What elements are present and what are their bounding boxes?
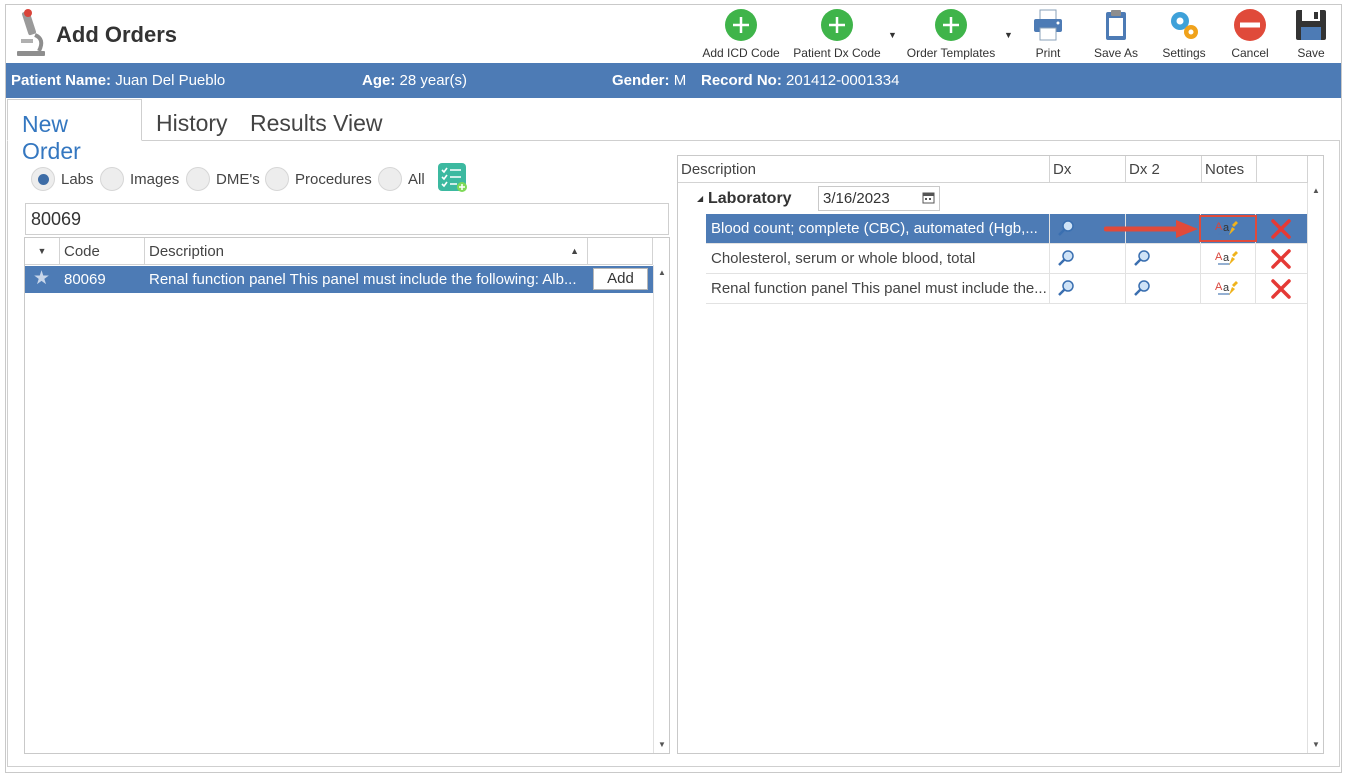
column-header-description[interactable]: Description ▲ (145, 238, 588, 265)
column-header-notes[interactable]: Notes (1202, 156, 1257, 183)
group-label: Laboratory (708, 190, 792, 207)
radio-images[interactable]: Images (100, 165, 179, 193)
delete-cell[interactable] (1256, 214, 1307, 244)
save-as-button[interactable]: Save As (1091, 6, 1141, 62)
svg-text:a: a (1223, 282, 1230, 294)
search-results-header: ▼ Code Description ▲ (25, 238, 653, 265)
orders-header: Description Dx Dx 2 Notes (678, 156, 1308, 183)
notes-edit-icon[interactable]: Aa (1214, 279, 1240, 299)
minus-circle-icon (1234, 9, 1266, 41)
radio-dmes[interactable]: DME's (186, 165, 260, 193)
table-row[interactable]: ★ 80069 Renal function panel This panel … (25, 266, 653, 293)
scroll-up-icon[interactable]: ▲ (1308, 183, 1324, 199)
order-templates-dropdown-icon[interactable]: ▼ (1004, 30, 1013, 40)
delete-x-icon[interactable] (1270, 248, 1292, 270)
magnifier-icon[interactable] (1132, 279, 1152, 299)
patient-name: Patient Name: Juan Del Pueblo (11, 72, 226, 89)
svg-text:A: A (1215, 281, 1223, 293)
column-header-action (588, 238, 653, 265)
magnifier-icon[interactable] (1132, 249, 1152, 269)
scroll-up-icon[interactable]: ▲ (654, 265, 670, 281)
plus-circle-icon (725, 9, 757, 41)
cancel-button[interactable]: Cancel (1225, 6, 1275, 62)
star-icon[interactable]: ★ (29, 266, 59, 293)
row-menu-dropdown-icon[interactable]: ▼ (25, 238, 60, 265)
order-row[interactable]: Renal function panel This panel must inc… (706, 274, 1307, 304)
plus-circle-icon (821, 9, 853, 41)
save-button[interactable]: Save (1291, 6, 1331, 62)
toolbar: Add Orders Add ICD Code Patient Dx Code … (5, 4, 1342, 63)
column-header-description[interactable]: Description (678, 156, 1050, 183)
sort-ascending-icon: ▲ (570, 246, 579, 256)
clipboard-icon (1106, 10, 1126, 40)
magnifier-icon[interactable] (1056, 279, 1076, 299)
order-description: Renal function panel This panel must inc… (706, 274, 1050, 304)
tab-history[interactable]: History (142, 99, 242, 141)
order-date-field[interactable]: 3/16/2023 (818, 186, 940, 211)
microscope-icon (17, 9, 45, 56)
patient-gender: Gender: M (612, 72, 687, 89)
print-button[interactable]: Print (1026, 6, 1070, 62)
delete-x-icon[interactable] (1270, 218, 1292, 240)
printer-icon (1034, 9, 1062, 41)
patient-info-bar: Patient Name: Juan Del Pueblo Age: 28 ye… (6, 63, 1341, 98)
calendar-icon[interactable] (922, 191, 935, 204)
column-header-code[interactable]: Code (60, 238, 145, 265)
delete-x-icon[interactable] (1270, 278, 1292, 300)
patient-record-no: Record No: 201412-0001334 (701, 72, 900, 89)
tab-results-view[interactable]: Results View (236, 99, 397, 141)
laboratory-group-row: ◢ Laboratory 3/16/2023 (678, 183, 1308, 214)
column-header-delete (1257, 156, 1308, 183)
settings-button[interactable]: Settings (1157, 6, 1211, 62)
gears-icon (1171, 12, 1198, 39)
radio-procedures[interactable]: Procedures (265, 165, 372, 193)
dx-lookup-cell[interactable] (1050, 274, 1126, 304)
scroll-down-icon[interactable]: ▼ (1308, 737, 1324, 753)
result-description: Renal function panel This panel must inc… (149, 271, 577, 288)
page-title: Add Orders (56, 22, 178, 47)
order-description: Blood count; complete (CBC), automated (… (706, 214, 1050, 244)
order-row[interactable]: Cholesterol, serum or whole blood, total… (706, 244, 1307, 274)
delete-cell[interactable] (1256, 244, 1307, 274)
left-scrollbar[interactable]: ▲ ▼ (653, 265, 669, 753)
order-templates-button[interactable]: Order Templates (903, 6, 999, 62)
dx2-lookup-cell[interactable] (1126, 274, 1201, 304)
tab-new-order[interactable]: New Order (7, 99, 142, 164)
add-icd-code-button[interactable]: Add ICD Code (699, 6, 783, 62)
search-input[interactable] (25, 203, 669, 235)
column-header-dx[interactable]: Dx (1050, 156, 1126, 183)
patient-dx-code-button[interactable]: Patient Dx Code (791, 6, 883, 62)
radio-all[interactable]: All (378, 165, 425, 193)
search-results-grid: ▼ Code Description ▲ ★ 80069 Renal funct… (24, 237, 670, 754)
notes-cell[interactable]: Aa (1201, 274, 1256, 304)
dx2-lookup-cell[interactable] (1126, 244, 1201, 274)
callout-arrow-icon (1104, 220, 1198, 238)
tab-bar: New Order History Results View (7, 99, 1337, 164)
svg-text:A: A (1215, 251, 1223, 263)
result-code: 80069 (64, 271, 106, 288)
dx-lookup-cell[interactable] (1050, 244, 1126, 274)
collapse-triangle-icon[interactable]: ◢ (697, 194, 703, 203)
svg-text:a: a (1223, 252, 1230, 264)
scroll-down-icon[interactable]: ▼ (654, 737, 670, 753)
notes-highlight-box (1199, 215, 1257, 242)
notes-cell[interactable]: Aa (1201, 244, 1256, 274)
delete-cell[interactable] (1256, 274, 1307, 304)
plus-circle-icon (935, 9, 967, 41)
add-button[interactable]: Add (593, 268, 648, 290)
checklist-add-icon[interactable] (438, 163, 468, 193)
patient-dx-dropdown-icon[interactable]: ▼ (888, 30, 897, 40)
right-scrollbar[interactable]: ▲ ▼ (1307, 183, 1323, 753)
notes-edit-icon[interactable]: Aa (1214, 249, 1240, 269)
magnifier-icon[interactable] (1056, 219, 1076, 239)
order-description: Cholesterol, serum or whole blood, total (706, 244, 1050, 274)
patient-age: Age: 28 year(s) (362, 72, 468, 89)
floppy-disk-icon (1296, 10, 1326, 40)
magnifier-icon[interactable] (1056, 249, 1076, 269)
radio-labs[interactable]: Labs (31, 165, 94, 193)
column-header-dx2[interactable]: Dx 2 (1126, 156, 1202, 183)
